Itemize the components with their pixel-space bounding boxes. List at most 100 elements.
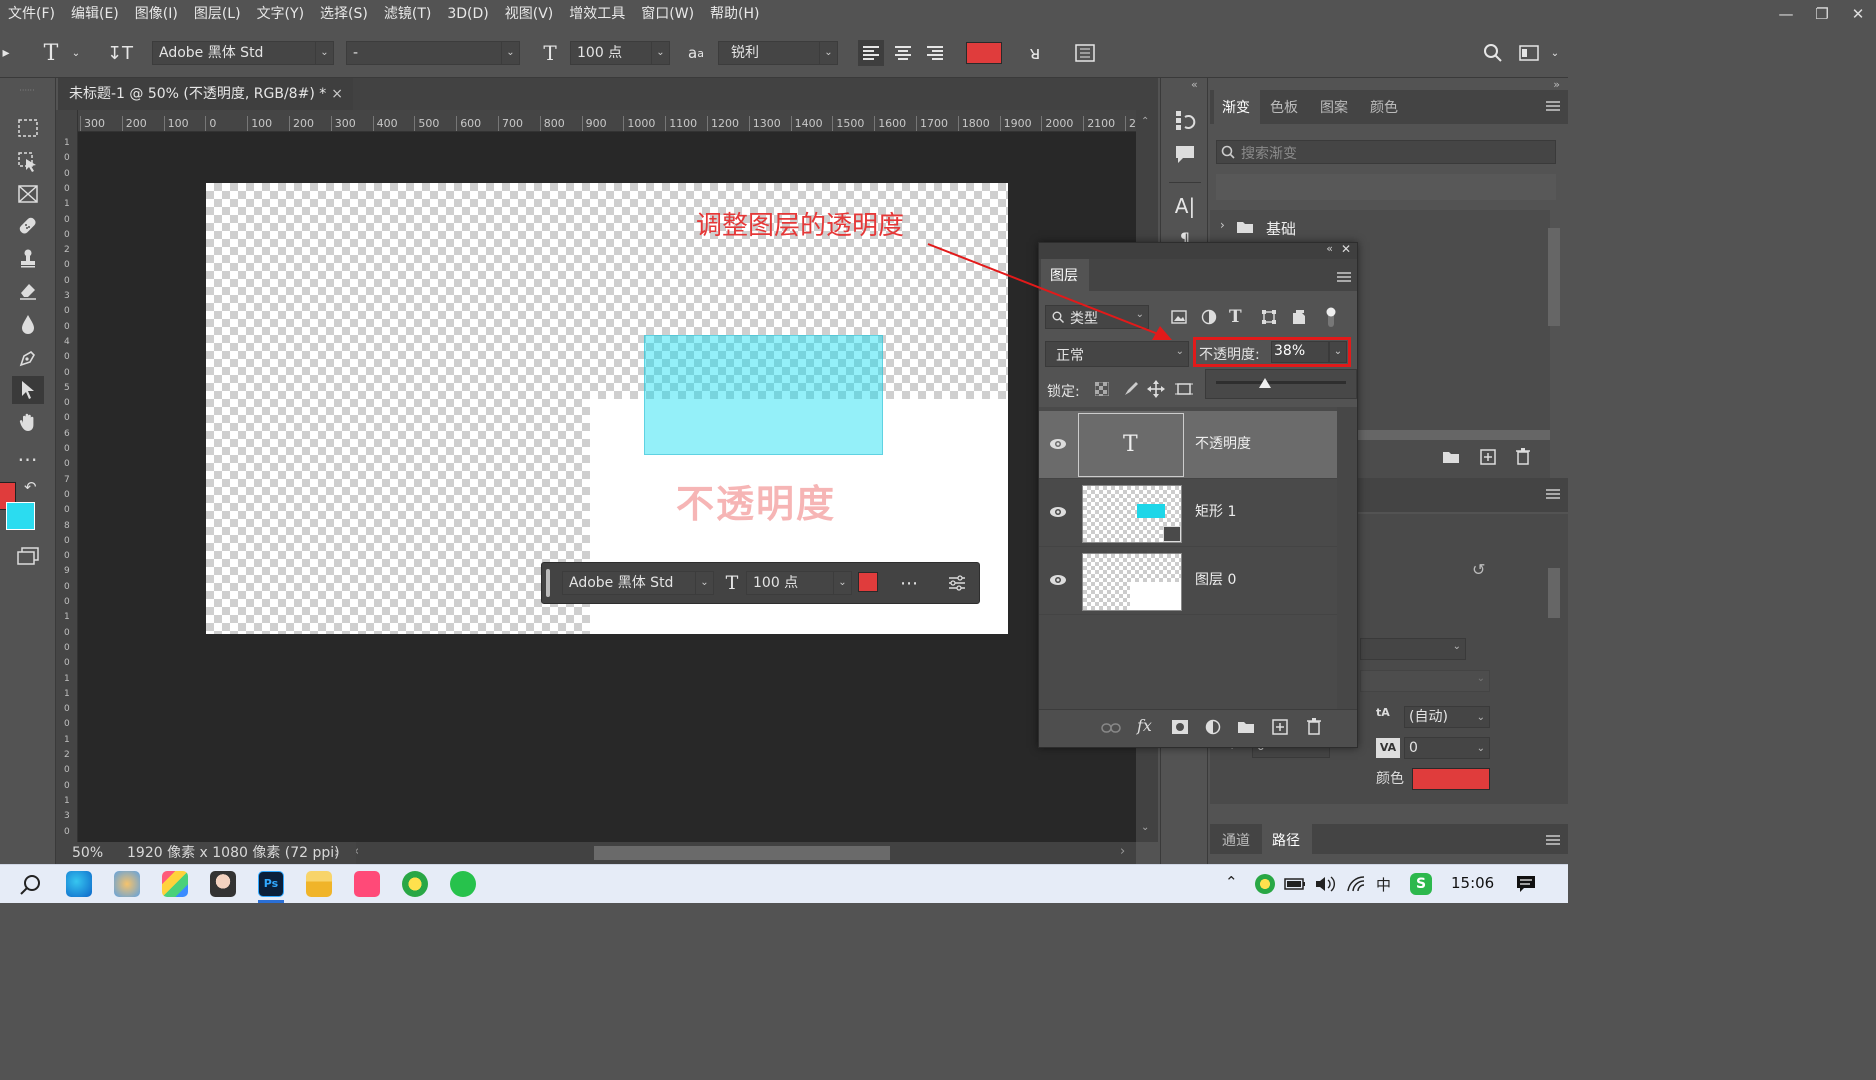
new-gradient-icon[interactable] <box>1480 449 1496 465</box>
align-right-icon[interactable] <box>922 40 948 66</box>
filter-toggle-icon[interactable] <box>1325 307 1337 329</box>
delete-gradient-icon[interactable] <box>1516 448 1530 465</box>
menu-layer[interactable]: 图层(L) <box>186 0 249 28</box>
properties-menu-icon[interactable] <box>1546 488 1560 500</box>
menu-filter[interactable]: 滤镜(T) <box>376 0 439 28</box>
healing-brush-icon[interactable] <box>12 212 44 240</box>
stamp-tool-icon[interactable] <box>12 244 44 272</box>
new-layer-icon[interactable] <box>1272 719 1288 735</box>
green-circle-app-icon[interactable] <box>402 871 428 897</box>
tab-swatches[interactable]: 色板 <box>1270 97 1298 117</box>
file-explorer-icon[interactable] <box>306 871 332 897</box>
paths-menu-icon[interactable] <box>1546 834 1560 846</box>
horizontal-scroll-thumb[interactable] <box>594 846 890 860</box>
comments-panel-icon[interactable] <box>1171 140 1199 168</box>
font-style-select[interactable]: - ⌄ <box>346 41 520 65</box>
tab-color[interactable]: 颜色 <box>1370 97 1398 117</box>
tracking-select[interactable]: 0 ⌄ <box>1404 737 1490 759</box>
tab-channels[interactable]: 通道 <box>1222 830 1250 850</box>
windows-search-icon[interactable] <box>20 874 42 896</box>
scroll-down-icon[interactable]: ⌄ <box>1141 822 1149 833</box>
close-window-icon[interactable]: ✕ <box>1840 0 1876 28</box>
layers-menu-icon[interactable] <box>1337 271 1351 283</box>
wechat-icon[interactable] <box>450 871 476 897</box>
layer-name[interactable]: 矩形 1 <box>1195 501 1236 521</box>
layer-row-layer-0[interactable]: 图层 0 <box>1039 547 1337 615</box>
swap-colors-icon[interactable]: ↶ <box>24 478 42 496</box>
char-select-2[interactable]: ⌄ <box>1360 670 1490 692</box>
lock-transparent-icon[interactable] <box>1095 382 1109 396</box>
ctx-color-swatch[interactable] <box>858 572 878 592</box>
filter-type-icon[interactable]: T <box>1229 307 1242 327</box>
character-icon[interactable]: A| <box>1171 192 1199 220</box>
volume-icon[interactable] <box>1314 875 1336 893</box>
reset-icon[interactable]: ↺ <box>1472 560 1485 579</box>
layer-name[interactable]: 图层 0 <box>1195 569 1236 589</box>
restore-icon[interactable]: ❐ <box>1804 0 1840 28</box>
horizontal-scrollbar[interactable]: ‹ › <box>350 842 1136 864</box>
add-mask-icon[interactable] <box>1171 719 1189 735</box>
gradient-search-input[interactable]: 搜索渐变 <box>1216 140 1556 164</box>
minimize-icon[interactable]: — <box>1768 0 1804 28</box>
menu-plugins[interactable]: 增效工具 <box>561 0 633 28</box>
filter-smart-object-icon[interactable] <box>1292 309 1306 325</box>
collapse-panel-icon[interactable]: « <box>1326 242 1333 255</box>
properties-scroll-thumb[interactable] <box>1548 568 1560 618</box>
ctx-font-family-select[interactable]: Adobe 黑体 Std ⌄ <box>562 571 714 595</box>
pen-tool-icon[interactable] <box>12 344 44 372</box>
blur-tool-icon[interactable] <box>12 310 44 338</box>
delete-layer-icon[interactable] <box>1307 718 1321 735</box>
marquee-tool-icon[interactable] <box>12 114 44 142</box>
fx-icon[interactable]: fx <box>1137 716 1152 735</box>
char-select-1[interactable]: ⌄ <box>1360 638 1466 660</box>
tab-patterns[interactable]: 图案 <box>1320 97 1348 117</box>
toolbar-grip[interactable]: ······ <box>2 86 52 95</box>
zoom-level[interactable]: 50% <box>72 842 103 864</box>
close-tab-icon[interactable]: × <box>331 78 343 110</box>
leading-select[interactable]: (自动) ⌄ <box>1404 706 1490 728</box>
panel-menu-icon[interactable] <box>1546 100 1560 112</box>
link-layers-icon[interactable] <box>1101 722 1121 734</box>
clock[interactable]: 15:06 <box>1451 874 1494 892</box>
history-panel-icon[interactable] <box>1171 106 1199 134</box>
search-icon[interactable] <box>1480 40 1506 66</box>
ctx-more-icon[interactable]: ⋯ <box>896 571 922 595</box>
edge-browser-icon[interactable] <box>66 871 92 897</box>
sogou-icon[interactable]: S <box>1410 873 1432 895</box>
path-select-tool-icon[interactable] <box>12 376 44 404</box>
eraser-tool-icon[interactable] <box>12 276 44 304</box>
workspace-chevron-icon[interactable]: ⌄ <box>1548 42 1562 64</box>
opacity-slider-track[interactable] <box>1216 381 1346 384</box>
hand-tool-icon[interactable] <box>12 408 44 436</box>
menu-help[interactable]: 帮助(H) <box>702 0 767 28</box>
scroll-right-icon[interactable]: › <box>1120 844 1125 859</box>
tool-preset-chevron-icon[interactable]: ⌄ <box>68 42 84 64</box>
text-layer-content[interactable]: 不透明度 <box>676 473 836 528</box>
menu-select[interactable]: 选择(S) <box>312 0 376 28</box>
video-app-icon[interactable] <box>354 871 380 897</box>
menu-view[interactable]: 视图(V) <box>497 0 562 28</box>
align-center-icon[interactable] <box>890 40 916 66</box>
ctx-font-size-select[interactable]: 100 点 ⌄ <box>746 571 852 595</box>
screen-mode-icon[interactable] <box>12 542 44 570</box>
rectangle-1-shape[interactable] <box>644 335 883 455</box>
adjustment-layer-icon[interactable] <box>1205 719 1221 735</box>
object-select-tool-icon[interactable] <box>12 148 44 176</box>
type-tool-icon[interactable]: T <box>38 40 64 66</box>
more-tools-icon[interactable]: … <box>12 440 44 468</box>
tab-paths[interactable]: 路径 <box>1262 824 1312 854</box>
filter-shape-icon[interactable] <box>1261 309 1277 325</box>
menu-image[interactable]: 图像(I) <box>127 0 186 28</box>
menu-3d[interactable]: 3D(D) <box>439 0 496 28</box>
layer-row-rectangle[interactable]: 矩形 1 <box>1039 479 1337 547</box>
gradient-scroll-thumb[interactable] <box>1548 228 1560 326</box>
collapse-strip-icon[interactable]: « <box>1191 78 1198 91</box>
warp-text-icon[interactable]: ᴚ <box>1022 40 1048 66</box>
layer-name[interactable]: 不透明度 <box>1195 433 1251 453</box>
colorful-app-icon[interactable] <box>162 871 188 897</box>
layer-row-text[interactable]: T 不透明度 <box>1039 411 1337 479</box>
workspace-icon[interactable] <box>1516 40 1542 66</box>
new-group-icon[interactable] <box>1237 720 1255 734</box>
wifi-icon[interactable] <box>1346 875 1366 893</box>
layers-scrollbar[interactable] <box>1337 407 1357 709</box>
